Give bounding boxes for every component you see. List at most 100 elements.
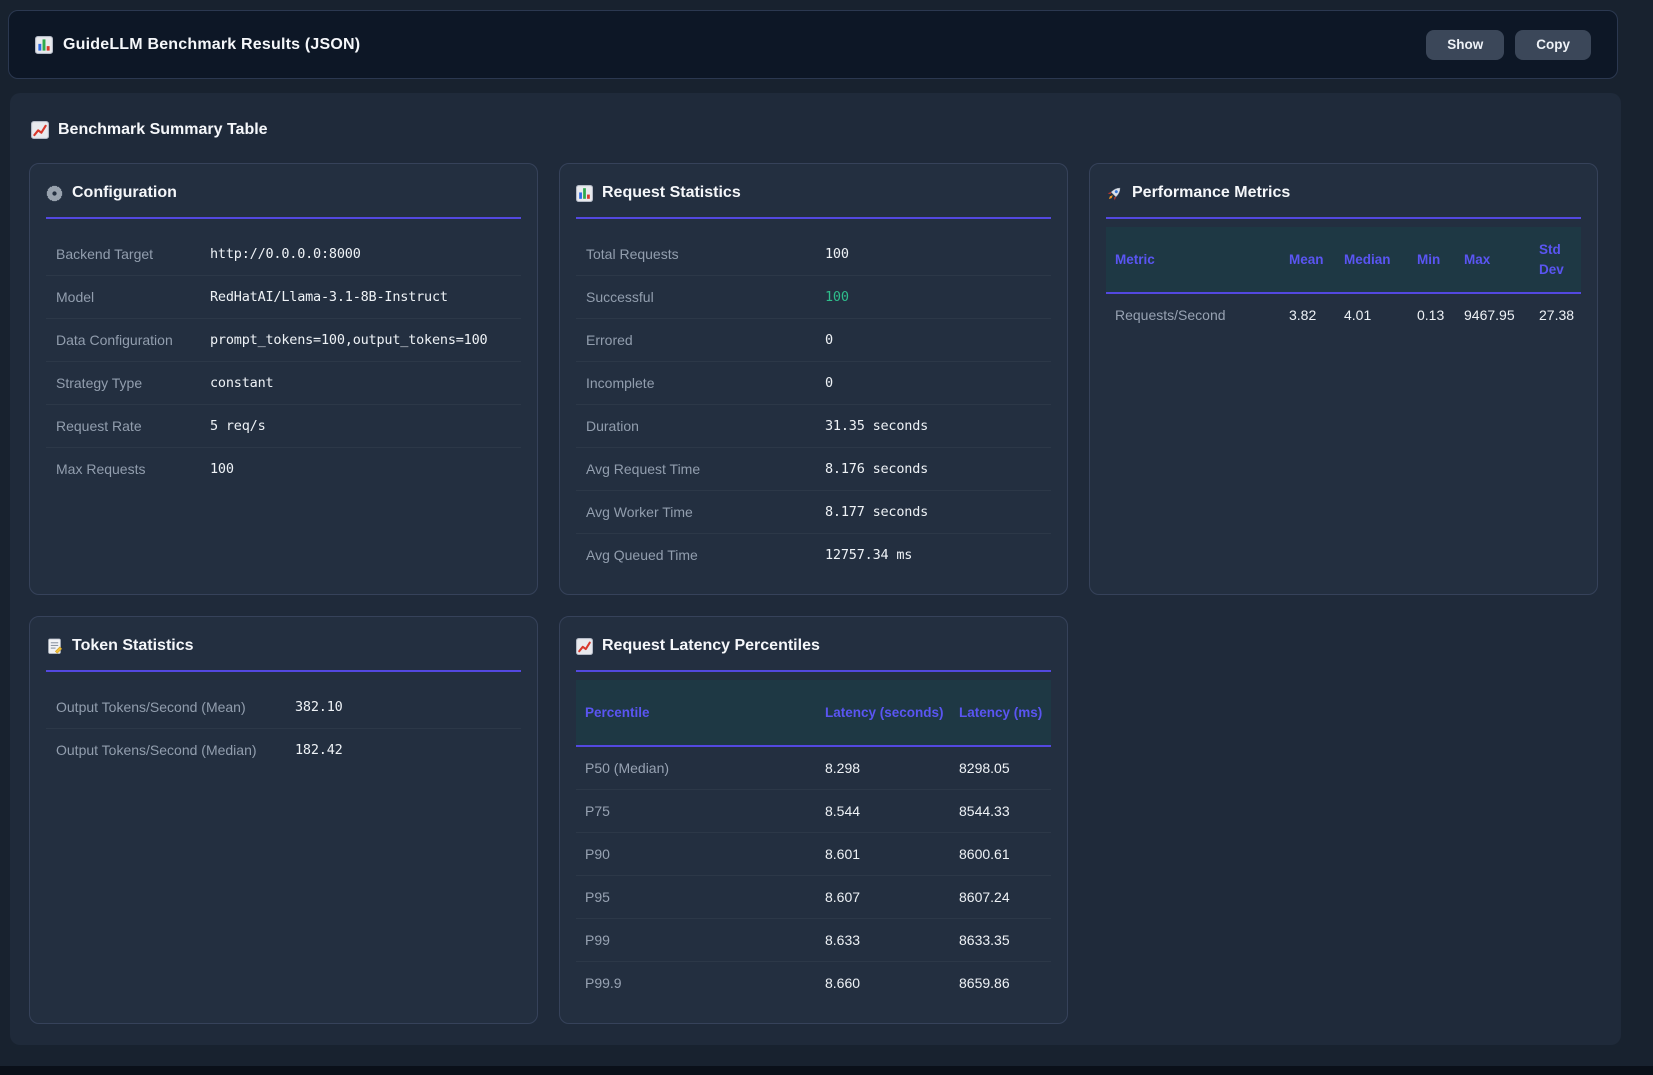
config-row: Strategy Type constant [46,361,521,404]
token-label: Output Tokens/Second (Median) [56,742,295,758]
stat-value: 12757.34 ms [825,547,912,563]
latency-ms: 8659.86 [959,975,1047,991]
percentile-name: P99 [585,932,825,948]
latency-percentiles-card-header: Request Latency Percentiles [576,637,1051,672]
chart-increasing-icon [31,121,49,139]
latency-seconds: 8.633 [825,932,959,948]
token-statistics-card-title: Token Statistics [72,637,194,655]
request-statistics-card-title: Request Statistics [602,184,741,202]
stat-label: Total Requests [586,246,825,262]
col-median: Median [1344,250,1417,270]
token-label: Output Tokens/Second (Mean) [56,699,295,715]
stat-row: Incomplete 0 [576,361,1051,404]
latency-ms: 8544.33 [959,803,1047,819]
col-percentile: Percentile [585,703,825,723]
stat-value: 0 [825,375,833,391]
percentile-row: P50 (Median) 8.298 8298.05 [576,747,1051,790]
bar-chart-icon [35,36,53,54]
col-metric: Metric [1115,250,1289,270]
request-statistics-card: Request Statistics Total Requests 100 Su… [559,163,1068,595]
copy-button[interactable]: Copy [1515,30,1591,60]
stat-label: Duration [586,418,825,434]
stat-label: Incomplete [586,375,825,391]
stat-row: Avg Request Time 8.176 seconds [576,447,1051,490]
latency-ms: 8607.24 [959,889,1047,905]
token-statistics-card-header: Token Statistics [46,637,521,672]
config-value: constant [210,375,273,391]
configuration-card-header: Configuration [46,184,521,219]
col-min: Min [1417,250,1464,270]
latency-ms: 8633.35 [959,932,1047,948]
stat-row: Errored 0 [576,318,1051,361]
config-label: Model [56,289,210,305]
metric-max: 9467.95 [1464,307,1539,323]
percentile-row: P95 8.607 8607.24 [576,876,1051,919]
token-statistics-rows: Output Tokens/Second (Mean) 382.10 Outpu… [46,686,521,771]
stat-row: Avg Queued Time 12757.34 ms [576,533,1051,576]
config-row: Data Configuration prompt_tokens=100,out… [46,318,521,361]
token-value: 382.10 [295,699,343,715]
col-mean: Mean [1289,250,1344,270]
token-statistics-card: Token Statistics Output Tokens/Second (M… [29,616,538,1024]
latency-percentiles-card: Request Latency Percentiles Percentile L… [559,616,1068,1024]
stat-row: Avg Worker Time 8.177 seconds [576,490,1051,533]
config-label: Backend Target [56,246,210,262]
metric-min: 0.13 [1417,307,1464,323]
bar-chart-icon [576,185,593,202]
section-title-label: Benchmark Summary Table [58,121,268,139]
metric-mean: 3.82 [1289,307,1344,323]
stat-row: Duration 31.35 seconds [576,404,1051,447]
latency-seconds: 8.298 [825,760,959,776]
latency-percentiles-table: Percentile Latency (seconds) Latency (ms… [576,680,1051,1004]
latency-seconds: 8.660 [825,975,959,991]
performance-metrics-card-header: Performance Metrics [1106,184,1581,219]
percentile-row: P99 8.633 8633.35 [576,919,1051,962]
stat-label: Avg Request Time [586,461,825,477]
percentile-row: P99.9 8.660 8659.86 [576,962,1051,1004]
stat-label: Successful [586,289,825,305]
latency-table-header: Percentile Latency (seconds) Latency (ms… [576,680,1051,747]
col-latency-seconds: Latency (seconds) [825,703,959,723]
percentile-row: P90 8.601 8600.61 [576,833,1051,876]
metric-median: 4.01 [1344,307,1417,323]
config-row: Request Rate 5 req/s [46,404,521,447]
stat-value-success: 100 [825,289,849,305]
token-row: Output Tokens/Second (Mean) 382.10 [46,686,521,728]
config-label: Strategy Type [56,375,210,391]
config-value: prompt_tokens=100,output_tokens=100 [210,332,487,348]
latency-percentiles-card-title: Request Latency Percentiles [602,637,820,655]
configuration-rows: Backend Target http://0.0.0.0:8000 Model… [46,233,521,490]
configuration-card-title: Configuration [72,184,177,202]
benchmark-summary-section: Benchmark Summary Table Configuration Ba… [10,93,1621,1045]
performance-metrics-table-header: Metric Mean Median Min Max Std Dev [1106,227,1581,294]
request-statistics-rows: Total Requests 100 Successful 100 Errore… [576,233,1051,576]
config-row: Max Requests 100 [46,447,521,490]
show-button[interactable]: Show [1426,30,1504,60]
stat-row: Total Requests 100 [576,233,1051,275]
metric-std-dev: 27.38 [1539,307,1577,323]
stat-label: Avg Queued Time [586,547,825,563]
metric-name: Requests/Second [1115,307,1289,323]
config-label: Max Requests [56,461,210,477]
performance-metrics-card: Performance Metrics Metric Mean Median M… [1089,163,1598,595]
config-label: Request Rate [56,418,210,434]
stat-value: 100 [825,246,849,262]
percentile-name: P75 [585,803,825,819]
gear-icon [46,185,63,202]
rocket-icon [1106,185,1123,202]
stat-label: Avg Worker Time [586,504,825,520]
latency-ms: 8298.05 [959,760,1047,776]
percentile-row: P75 8.544 8544.33 [576,790,1051,833]
config-row: Model RedHatAI/Llama-3.1-8B-Instruct [46,275,521,318]
latency-seconds: 8.544 [825,803,959,819]
stat-value: 31.35 seconds [825,418,928,434]
stat-label: Errored [586,332,825,348]
percentile-name: P99.9 [585,975,825,991]
config-label: Data Configuration [56,332,210,348]
config-value: 5 req/s [210,418,266,434]
percentile-name: P90 [585,846,825,862]
latency-ms: 8600.61 [959,846,1047,862]
header-bar: GuideLLM Benchmark Results (JSON) Show C… [8,10,1618,79]
performance-metrics-card-title: Performance Metrics [1132,184,1290,202]
configuration-card: Configuration Backend Target http://0.0.… [29,163,538,595]
